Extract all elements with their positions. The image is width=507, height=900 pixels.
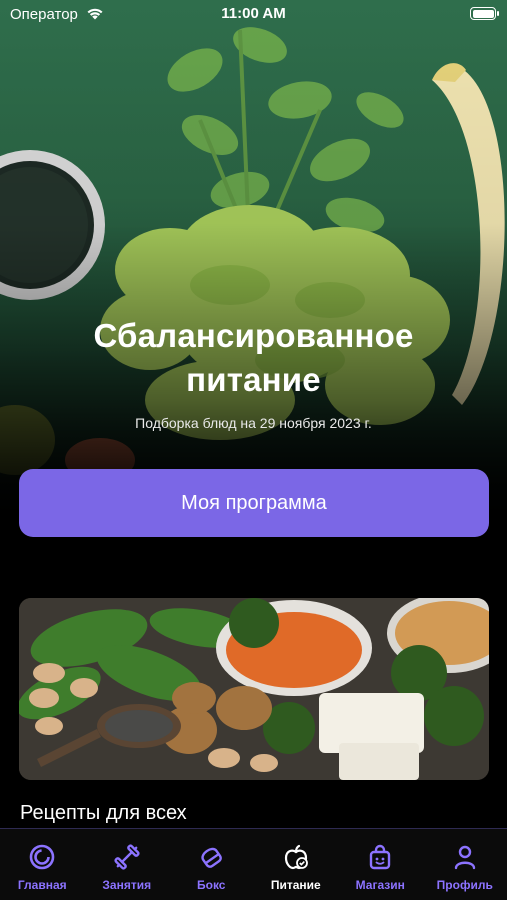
section-title: Рецепты для всех — [20, 802, 187, 824]
tab-label: Бокс — [197, 878, 226, 892]
tab-workouts[interactable]: Занятия — [85, 829, 170, 900]
battery-icon — [470, 7, 499, 20]
date-subtitle: Подборка блюд на 29 ноября 2023 г. — [135, 415, 372, 431]
tab-label: Главная — [17, 878, 67, 892]
tab-nutrition[interactable]: Питание — [254, 829, 339, 900]
recipe-card[interactable] — [19, 598, 489, 780]
my-program-button[interactable]: Моя программа — [19, 469, 489, 537]
tab-shop[interactable]: Магазин — [338, 829, 423, 900]
shopping-bag-icon — [370, 844, 391, 870]
status-bar: Оператор 11:00 AM — [0, 0, 507, 30]
apple-icon — [284, 844, 308, 870]
dumbbell-icon — [114, 844, 140, 870]
tab-home[interactable]: Главная — [0, 829, 85, 900]
page-title-line1: Сбалансированное — [93, 317, 414, 354]
boxing-glove-icon — [201, 847, 223, 868]
food-photo — [19, 598, 489, 780]
tab-label: Профиль — [436, 878, 493, 892]
tab-label: Питание — [270, 878, 321, 892]
tab-label: Магазин — [355, 878, 405, 892]
tab-bar: Главная Занятия Бокс Питание Магазин Про… — [0, 828, 507, 900]
tab-profile[interactable]: Профиль — [423, 829, 507, 900]
tab-boxing[interactable]: Бокс — [169, 829, 254, 900]
page-title: Сбалансированное питание — [0, 314, 507, 402]
person-icon — [454, 845, 475, 870]
tab-label: Занятия — [102, 878, 152, 892]
rings-icon — [29, 844, 55, 870]
page-title-line2: питание — [186, 361, 321, 398]
clock: 11:00 AM — [221, 5, 286, 22]
